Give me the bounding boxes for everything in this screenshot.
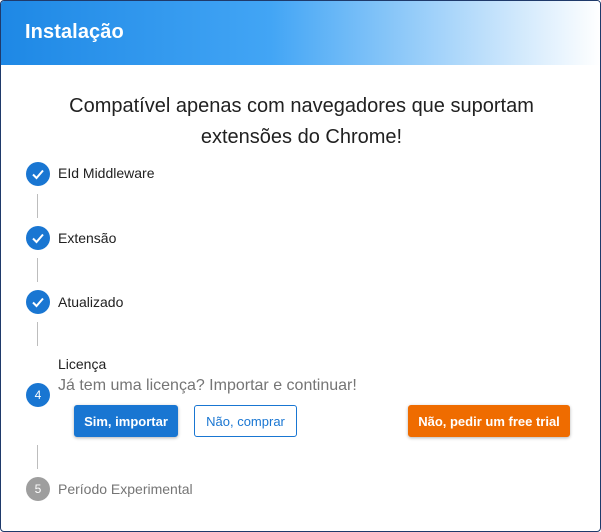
step-2-check-icon — [26, 226, 50, 250]
buy-license-button[interactable]: Não, comprar — [194, 405, 297, 437]
step-3-check-icon — [26, 290, 50, 314]
dialog-title: Instalação — [25, 21, 124, 43]
step-connector — [37, 258, 38, 282]
compatibility-message-line-1: Compatível apenas com navegadores que su… — [69, 95, 534, 117]
step-5-number: 5 — [34, 482, 42, 496]
step-4-number-badge: 4 — [26, 383, 50, 407]
step-connector — [37, 194, 38, 218]
installation-dialog: Instalação Compatível apenas com navegad… — [0, 0, 601, 532]
step-4-number: 4 — [34, 388, 42, 402]
request-free-trial-button[interactable]: Não, pedir um free trial — [408, 405, 570, 437]
step-connector — [37, 322, 38, 346]
step-1-check-icon — [26, 162, 50, 186]
step-connector — [37, 445, 38, 469]
dialog-header: Instalação — [1, 1, 600, 65]
compatibility-message-line-2: extensões do Chrome! — [200, 126, 403, 148]
step-4-label: Licença — [58, 356, 107, 372]
step-5-number-badge: 5 — [26, 477, 50, 501]
step-1-label: EId Middleware — [58, 165, 155, 181]
import-license-button[interactable]: Sim, importar — [74, 405, 178, 437]
step-5-label: Período Experimental — [58, 481, 193, 497]
license-question: Já tem uma licença? Importar e continuar… — [58, 377, 357, 394]
compatibility-message: Compatível apenas com navegadores que su… — [1, 91, 600, 153]
step-3-label: Atualizado — [58, 294, 124, 310]
step-2-label: Extensão — [58, 230, 117, 246]
